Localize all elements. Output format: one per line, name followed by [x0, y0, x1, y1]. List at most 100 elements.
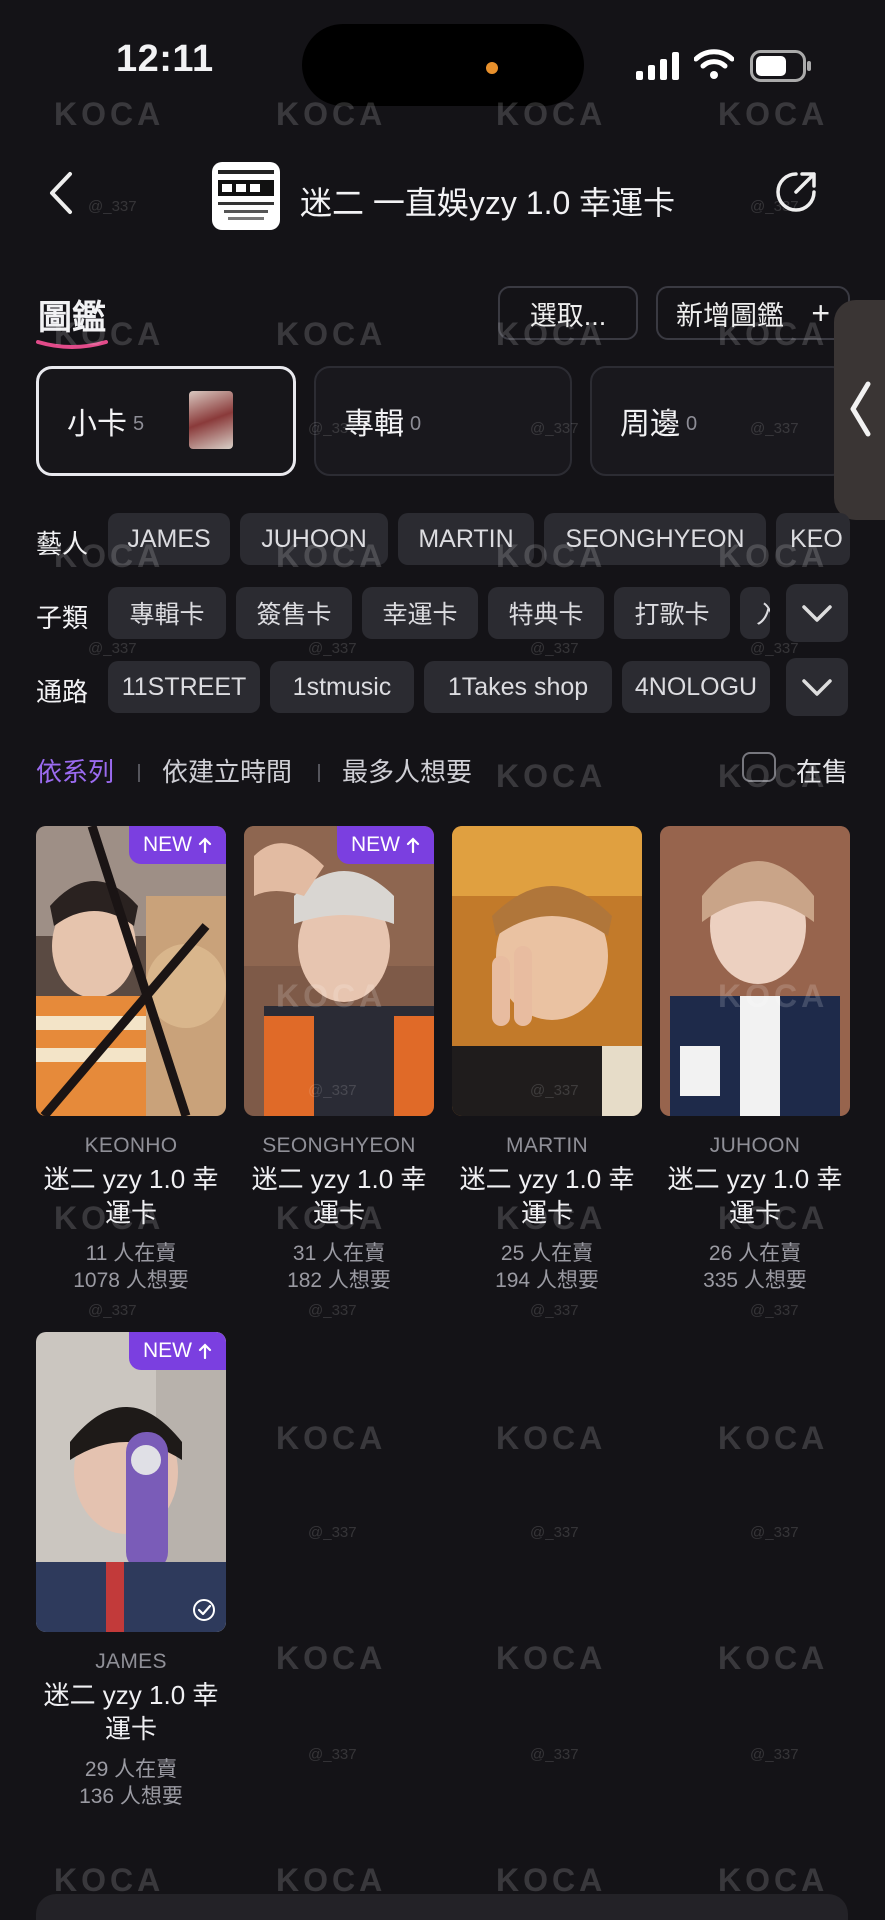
- watermark-handle: @_337: [308, 640, 357, 657]
- watermark-handle: @_337: [530, 640, 579, 657]
- photocard-item[interactable]: JUHOON 迷二 yzy 1.0 幸運卡 26 人在賣 335 人想要: [660, 826, 850, 1294]
- photocard-item[interactable]: NEW JAMES 迷二 yzy 1.0 幸運卡 29 人在賣 136 人想要: [36, 1332, 226, 1810]
- card-name: 迷二 yzy 1.0 幸運卡: [251, 1164, 427, 1228]
- card-name: 迷二 yzy 1.0 幸運卡: [43, 1164, 219, 1228]
- filter-label-channel: 通路: [36, 677, 89, 707]
- chip-channel[interactable]: 1stmusic: [270, 661, 414, 713]
- watermark-handle: @_337: [88, 198, 137, 215]
- photocard-item[interactable]: NEW SEONGHYEON 迷二 yzy 1.0 幸運卡 31 人在賣 182…: [244, 826, 434, 1294]
- category-label: 專輯: [344, 408, 404, 441]
- chip-artist[interactable]: MARTIN: [398, 513, 534, 565]
- card-name: 迷二 yzy 1.0 幸運卡: [667, 1164, 843, 1228]
- card-selling-count: 29 人在賣: [84, 1758, 178, 1781]
- watermark-logo: KOCA: [496, 1640, 607, 1676]
- chip-subtype[interactable]: 打歌卡: [614, 587, 730, 639]
- share-icon[interactable]: [774, 170, 818, 214]
- card-wanting-count: 136 人想要: [79, 1785, 183, 1808]
- chevron-down-icon: [802, 605, 832, 622]
- card-selling-count: 26 人在賣: [708, 1242, 802, 1265]
- card-artist: SEONGHYEON: [262, 1134, 416, 1157]
- card-photo: [452, 826, 642, 1116]
- expand-channel-button[interactable]: [786, 658, 848, 716]
- card-artist: JUHOON: [709, 1134, 801, 1157]
- new-badge-label: NEW: [143, 833, 192, 856]
- category-card-album[interactable]: 專輯 0: [314, 366, 572, 476]
- add-catalog-button[interactable]: 新增圖鑑 +: [656, 286, 850, 340]
- chip-channel[interactable]: 4NOLOGU: [622, 661, 770, 713]
- watermark-logo: KOCA: [718, 96, 829, 132]
- watermark-logo: KOCA: [496, 1420, 607, 1456]
- chip-subtype[interactable]: 簽售卡: [236, 587, 352, 639]
- watermark-logo: KOCA: [718, 1640, 829, 1676]
- sort-by-most-wanted[interactable]: 最多人想要: [342, 752, 472, 789]
- photocard-item[interactable]: MARTIN 迷二 yzy 1.0 幸運卡 25 人在賣 194 人想要: [452, 826, 642, 1294]
- watermark-logo: KOCA: [718, 1420, 829, 1456]
- new-badge: NEW: [337, 826, 434, 864]
- chip-subtype[interactable]: 特典卡: [488, 587, 604, 639]
- watermark-handle: @_337: [750, 640, 799, 657]
- back-icon[interactable]: [44, 170, 80, 216]
- category-thumbnail: [189, 391, 233, 449]
- watermark-logo: KOCA: [54, 96, 165, 132]
- card-photo: NEW: [36, 826, 226, 1116]
- arrow-up-icon: [198, 1343, 212, 1359]
- card-wanting-count: 335 人想要: [703, 1269, 807, 1292]
- battery-icon: [750, 50, 811, 82]
- camera-indicator-icon: [486, 62, 498, 74]
- chip-artist[interactable]: JUHOON: [240, 513, 388, 565]
- chip-artist[interactable]: SEONGHYEON: [544, 513, 766, 565]
- status-time: 12:11: [116, 38, 214, 80]
- watermark-handle: @_337: [308, 1302, 357, 1319]
- dynamic-island: [302, 24, 584, 106]
- watermark-handle: @_337: [530, 1746, 579, 1763]
- sort-by-created[interactable]: 依建立時間: [162, 752, 292, 789]
- new-badge-label: NEW: [351, 833, 400, 856]
- category-count: 5: [133, 412, 145, 435]
- sort-separator: [318, 764, 320, 782]
- card-selling-count: 25 人在賣: [500, 1242, 594, 1265]
- chip-subtype[interactable]: 專輯卡: [108, 587, 226, 639]
- chip-artist[interactable]: JAMES: [108, 513, 230, 565]
- chip-artist[interactable]: KEO: [776, 513, 850, 565]
- filter-label-artist: 藝人: [36, 529, 89, 559]
- select-button[interactable]: 選取...: [498, 286, 638, 340]
- wifi-icon: [694, 49, 734, 79]
- arrow-up-icon: [406, 837, 420, 853]
- card-wanting-count: 1078 人想要: [73, 1269, 189, 1292]
- expand-subtype-button[interactable]: [786, 584, 848, 642]
- watermark-handle: @_337: [308, 1746, 357, 1763]
- category-label: 小卡: [67, 408, 127, 441]
- card-selling-count: 11 人在賣: [85, 1242, 177, 1265]
- sort-separator: [138, 764, 140, 782]
- watermark-handle: @_337: [88, 640, 137, 657]
- category-label: 周邊: [620, 408, 680, 441]
- on-sale-label: 在售: [796, 757, 849, 787]
- chip-channel[interactable]: 1Takes shop: [424, 661, 612, 713]
- bottom-sheet-handle[interactable]: [36, 1894, 848, 1920]
- chip-subtype[interactable]: 幸運卡: [362, 587, 478, 639]
- card-photo: NEW: [36, 1332, 226, 1632]
- chip-channel[interactable]: 11STREET: [108, 661, 260, 713]
- card-artist: MARTIN: [506, 1134, 588, 1157]
- chevron-left-icon: [850, 381, 871, 437]
- category-card-merch[interactable]: 周邊 0: [590, 366, 848, 476]
- owned-check-icon: [193, 1599, 215, 1621]
- card-photo: NEW: [244, 826, 434, 1116]
- card-selling-count: 31 人在賣: [292, 1242, 386, 1265]
- category-card-photocard[interactable]: 小卡 5: [36, 366, 296, 476]
- card-photo: [660, 826, 850, 1116]
- category-count: 0: [686, 412, 698, 435]
- on-sale-checkbox[interactable]: [742, 752, 776, 782]
- card-wanting-count: 182 人想要: [287, 1269, 391, 1292]
- chip-subtype[interactable]: 入: [740, 587, 770, 639]
- new-badge: NEW: [129, 826, 226, 864]
- series-logo: [212, 162, 280, 230]
- sort-by-series[interactable]: 依系列: [36, 752, 114, 789]
- photocard-item[interactable]: NEW KEONHO 迷二 yzy 1.0 幸運卡 11 人在賣 1078 人想…: [36, 826, 226, 1294]
- category-count: 0: [410, 412, 422, 435]
- page-title: 迷二 一直娛yzy 1.0 幸運卡: [300, 185, 676, 221]
- watermark-handle: @_337: [308, 1524, 357, 1541]
- watermark-handle: @_337: [750, 1524, 799, 1541]
- section-underline: [36, 340, 108, 349]
- section-title: 圖鑑: [38, 299, 106, 337]
